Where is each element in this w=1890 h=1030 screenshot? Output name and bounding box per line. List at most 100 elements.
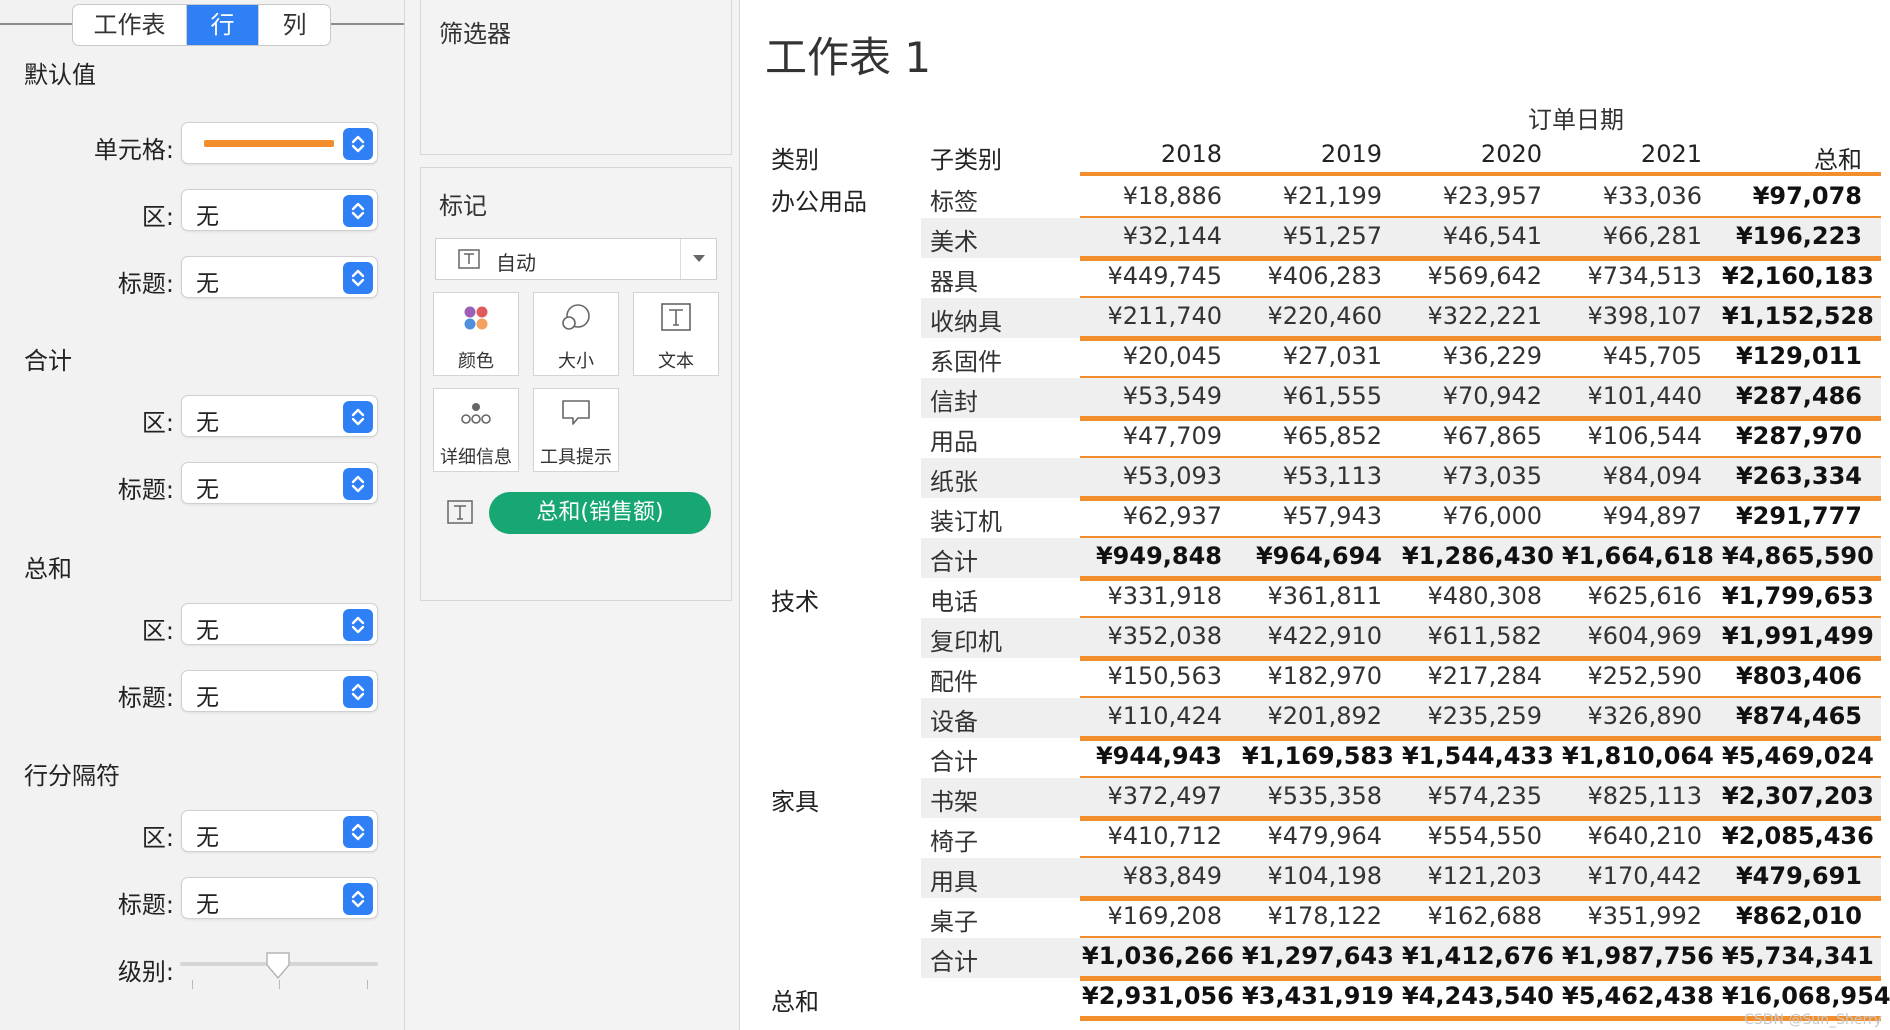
value-cell: ¥480,308 <box>1427 582 1542 610</box>
tab-column[interactable]: 列 <box>258 5 330 45</box>
value-cell: ¥53,549 <box>1122 382 1222 410</box>
category-label: 家具 <box>771 788 819 816</box>
subcategory-label: 装订机 <box>930 508 1002 536</box>
value-cell: ¥1,169,583 <box>1242 742 1394 770</box>
row-total-cell: ¥16,068,954 <box>1722 982 1890 1010</box>
row-total-cell: ¥5,469,024 <box>1722 742 1874 770</box>
value-cell: ¥70,942 <box>1442 382 1542 410</box>
value-cell: ¥1,664,618 <box>1562 542 1714 570</box>
value-cell: ¥574,235 <box>1427 782 1542 810</box>
color-mark-button[interactable]: 颜色 <box>433 292 519 376</box>
value-cell: ¥150,563 <box>1107 662 1222 690</box>
grand-area-dropdown[interactable]: 无 <box>181 603 378 645</box>
value-cell: ¥104,198 <box>1267 862 1382 890</box>
cell-label: 单元格: <box>93 136 174 164</box>
value-cell: ¥110,424 <box>1107 702 1222 730</box>
mark-type-dropdown[interactable]: 自动 <box>435 238 717 280</box>
value-cell: ¥361,811 <box>1267 582 1382 610</box>
row-total-cell: ¥1,799,653 <box>1722 582 1874 610</box>
value-cell: ¥1,544,433 <box>1402 742 1554 770</box>
filters-shelf[interactable]: 筛选器 <box>420 0 732 155</box>
default-area-label: 区: <box>141 203 174 231</box>
subtotal-area-dropdown[interactable]: 无 <box>181 395 378 437</box>
value-cell: ¥32,144 <box>1122 222 1222 250</box>
value-cell: ¥235,259 <box>1427 702 1542 730</box>
value-cell: ¥1,286,430 <box>1402 542 1554 570</box>
detail-mark-label: 详细信息 <box>440 447 512 468</box>
subcategory-label: 系固件 <box>930 348 1002 376</box>
dropdown-value: 无 <box>196 204 219 230</box>
tooltip-mark-button[interactable]: 工具提示 <box>533 388 619 472</box>
text-mark-label: 文本 <box>658 351 694 372</box>
total-column-header: 总和 <box>1814 146 1862 174</box>
subcategory-column-header: 子类别 <box>930 146 1002 174</box>
value-cell: ¥1,987,756 <box>1562 942 1714 970</box>
shelves-pane: 筛选器 标记 自动 颜色 大小 文本 详细信息 工具提示 总和(销售额) <box>405 0 740 1030</box>
level-slider-thumb[interactable] <box>264 951 292 981</box>
subtotal-area-label: 区: <box>141 409 174 437</box>
text-mark-button[interactable]: 文本 <box>633 292 719 376</box>
grand-area-label: 区: <box>141 617 174 645</box>
sum-sales-pill[interactable]: 总和(销售额) <box>489 492 711 534</box>
value-cell: ¥65,852 <box>1282 422 1382 450</box>
row-total-cell: ¥129,011 <box>1735 342 1862 370</box>
detail-mark-button[interactable]: 详细信息 <box>433 388 519 472</box>
subtotal-label: 合计 <box>930 948 978 976</box>
header-divider <box>1080 172 1881 176</box>
section-title-grand-total: 总和 <box>24 555 72 583</box>
tab-sheet[interactable]: 工作表 <box>73 5 186 45</box>
cell-line-swatch <box>204 140 334 147</box>
section-title-subtotal: 合计 <box>24 347 72 375</box>
mark-type-value: 自动 <box>496 251 536 275</box>
value-cell: ¥406,283 <box>1267 262 1382 290</box>
value-cell: ¥569,642 <box>1427 262 1542 290</box>
tab-row[interactable]: 行 <box>186 5 258 45</box>
cell-line-dropdown[interactable] <box>181 122 378 164</box>
grand-header-dropdown[interactable]: 无 <box>181 670 378 712</box>
color-mark-label: 颜色 <box>458 351 494 372</box>
subcategory-label: 用具 <box>930 868 978 896</box>
value-cell: ¥479,964 <box>1267 822 1382 850</box>
subcategory-label: 设备 <box>930 708 978 736</box>
value-cell: ¥47,709 <box>1122 422 1222 450</box>
row-total-cell: ¥263,334 <box>1735 462 1862 490</box>
dropdown-value: 无 <box>196 618 219 644</box>
value-cell: ¥5,462,438 <box>1562 982 1714 1010</box>
row-total-cell: ¥479,691 <box>1735 862 1862 890</box>
row-total-cell: ¥291,777 <box>1735 502 1862 530</box>
row-total-cell: ¥2,085,436 <box>1722 822 1874 850</box>
dropdown-value: 无 <box>196 271 219 297</box>
value-cell: ¥45,705 <box>1602 342 1702 370</box>
chevron-down-icon <box>680 239 716 279</box>
text-mark-icon <box>458 249 480 269</box>
row-total-cell: ¥874,465 <box>1735 702 1862 730</box>
value-cell: ¥326,890 <box>1587 702 1702 730</box>
section-title-default: 默认值 <box>24 61 96 89</box>
size-mark-button[interactable]: 大小 <box>533 292 619 376</box>
divider-area-dropdown[interactable]: 无 <box>181 810 378 852</box>
value-cell: ¥53,113 <box>1282 462 1382 490</box>
value-cell: ¥1,810,064 <box>1562 742 1714 770</box>
stepper-icon <box>343 816 373 848</box>
subtotal-header-dropdown[interactable]: 无 <box>181 462 378 504</box>
row-total-cell: ¥287,486 <box>1735 382 1862 410</box>
tooltip-mark-label: 工具提示 <box>540 447 612 468</box>
default-header-dropdown[interactable]: 无 <box>181 256 378 298</box>
row-total-cell: ¥803,406 <box>1735 662 1862 690</box>
default-area-dropdown[interactable]: 无 <box>181 189 378 231</box>
year-column-header: 2019 <box>1320 140 1382 168</box>
value-cell: ¥331,918 <box>1107 582 1222 610</box>
row-total-cell: ¥1,152,528 <box>1722 302 1874 330</box>
value-cell: ¥36,229 <box>1442 342 1542 370</box>
value-cell: ¥66,281 <box>1602 222 1702 250</box>
subcategory-label: 美术 <box>930 228 978 256</box>
dropdown-value: 无 <box>196 410 219 436</box>
subtotal-label: 合计 <box>930 748 978 776</box>
stepper-icon <box>343 128 373 160</box>
value-cell: ¥170,442 <box>1587 862 1702 890</box>
row-total-cell: ¥287,970 <box>1735 422 1862 450</box>
value-cell: ¥449,745 <box>1107 262 1222 290</box>
divider-header-dropdown[interactable]: 无 <box>181 877 378 919</box>
subcategory-label: 书架 <box>930 788 978 816</box>
stepper-icon <box>343 609 373 641</box>
